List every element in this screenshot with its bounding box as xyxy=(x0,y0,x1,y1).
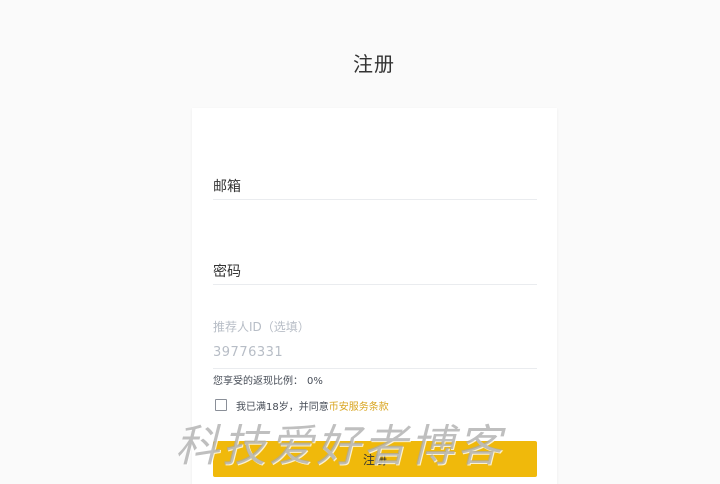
email-field[interactable] xyxy=(213,174,537,196)
rebate-label: 您享受的返现比例： xyxy=(213,376,303,387)
password-field[interactable] xyxy=(213,259,537,281)
referral-underline xyxy=(213,368,537,369)
register-page: 注册 邮箱 密码 推荐人ID（选填） 39776331 您享受的返现比例： 0% … xyxy=(0,0,720,484)
terms-of-service-link[interactable]: 币安服务条款 xyxy=(329,398,389,413)
agree-checkbox[interactable] xyxy=(215,399,227,411)
email-underline xyxy=(213,199,537,200)
referral-id-input[interactable]: 39776331 xyxy=(213,345,283,360)
page-title: 注册 xyxy=(353,52,395,76)
referral-id-label: 推荐人ID（选填） xyxy=(213,320,310,334)
agreement-row: 我已满18岁，并同意 币安服务条款 xyxy=(215,398,389,413)
agree-text: 我已满18岁，并同意 xyxy=(236,401,329,413)
password-underline xyxy=(213,284,537,285)
register-form-card: 邮箱 密码 推荐人ID（选填） 39776331 您享受的返现比例： 0% 我已满… xyxy=(192,108,557,484)
rebate-info: 您享受的返现比例： 0% xyxy=(213,372,323,387)
rebate-value: 0% xyxy=(307,376,323,387)
register-button[interactable]: 注册 xyxy=(213,441,537,477)
